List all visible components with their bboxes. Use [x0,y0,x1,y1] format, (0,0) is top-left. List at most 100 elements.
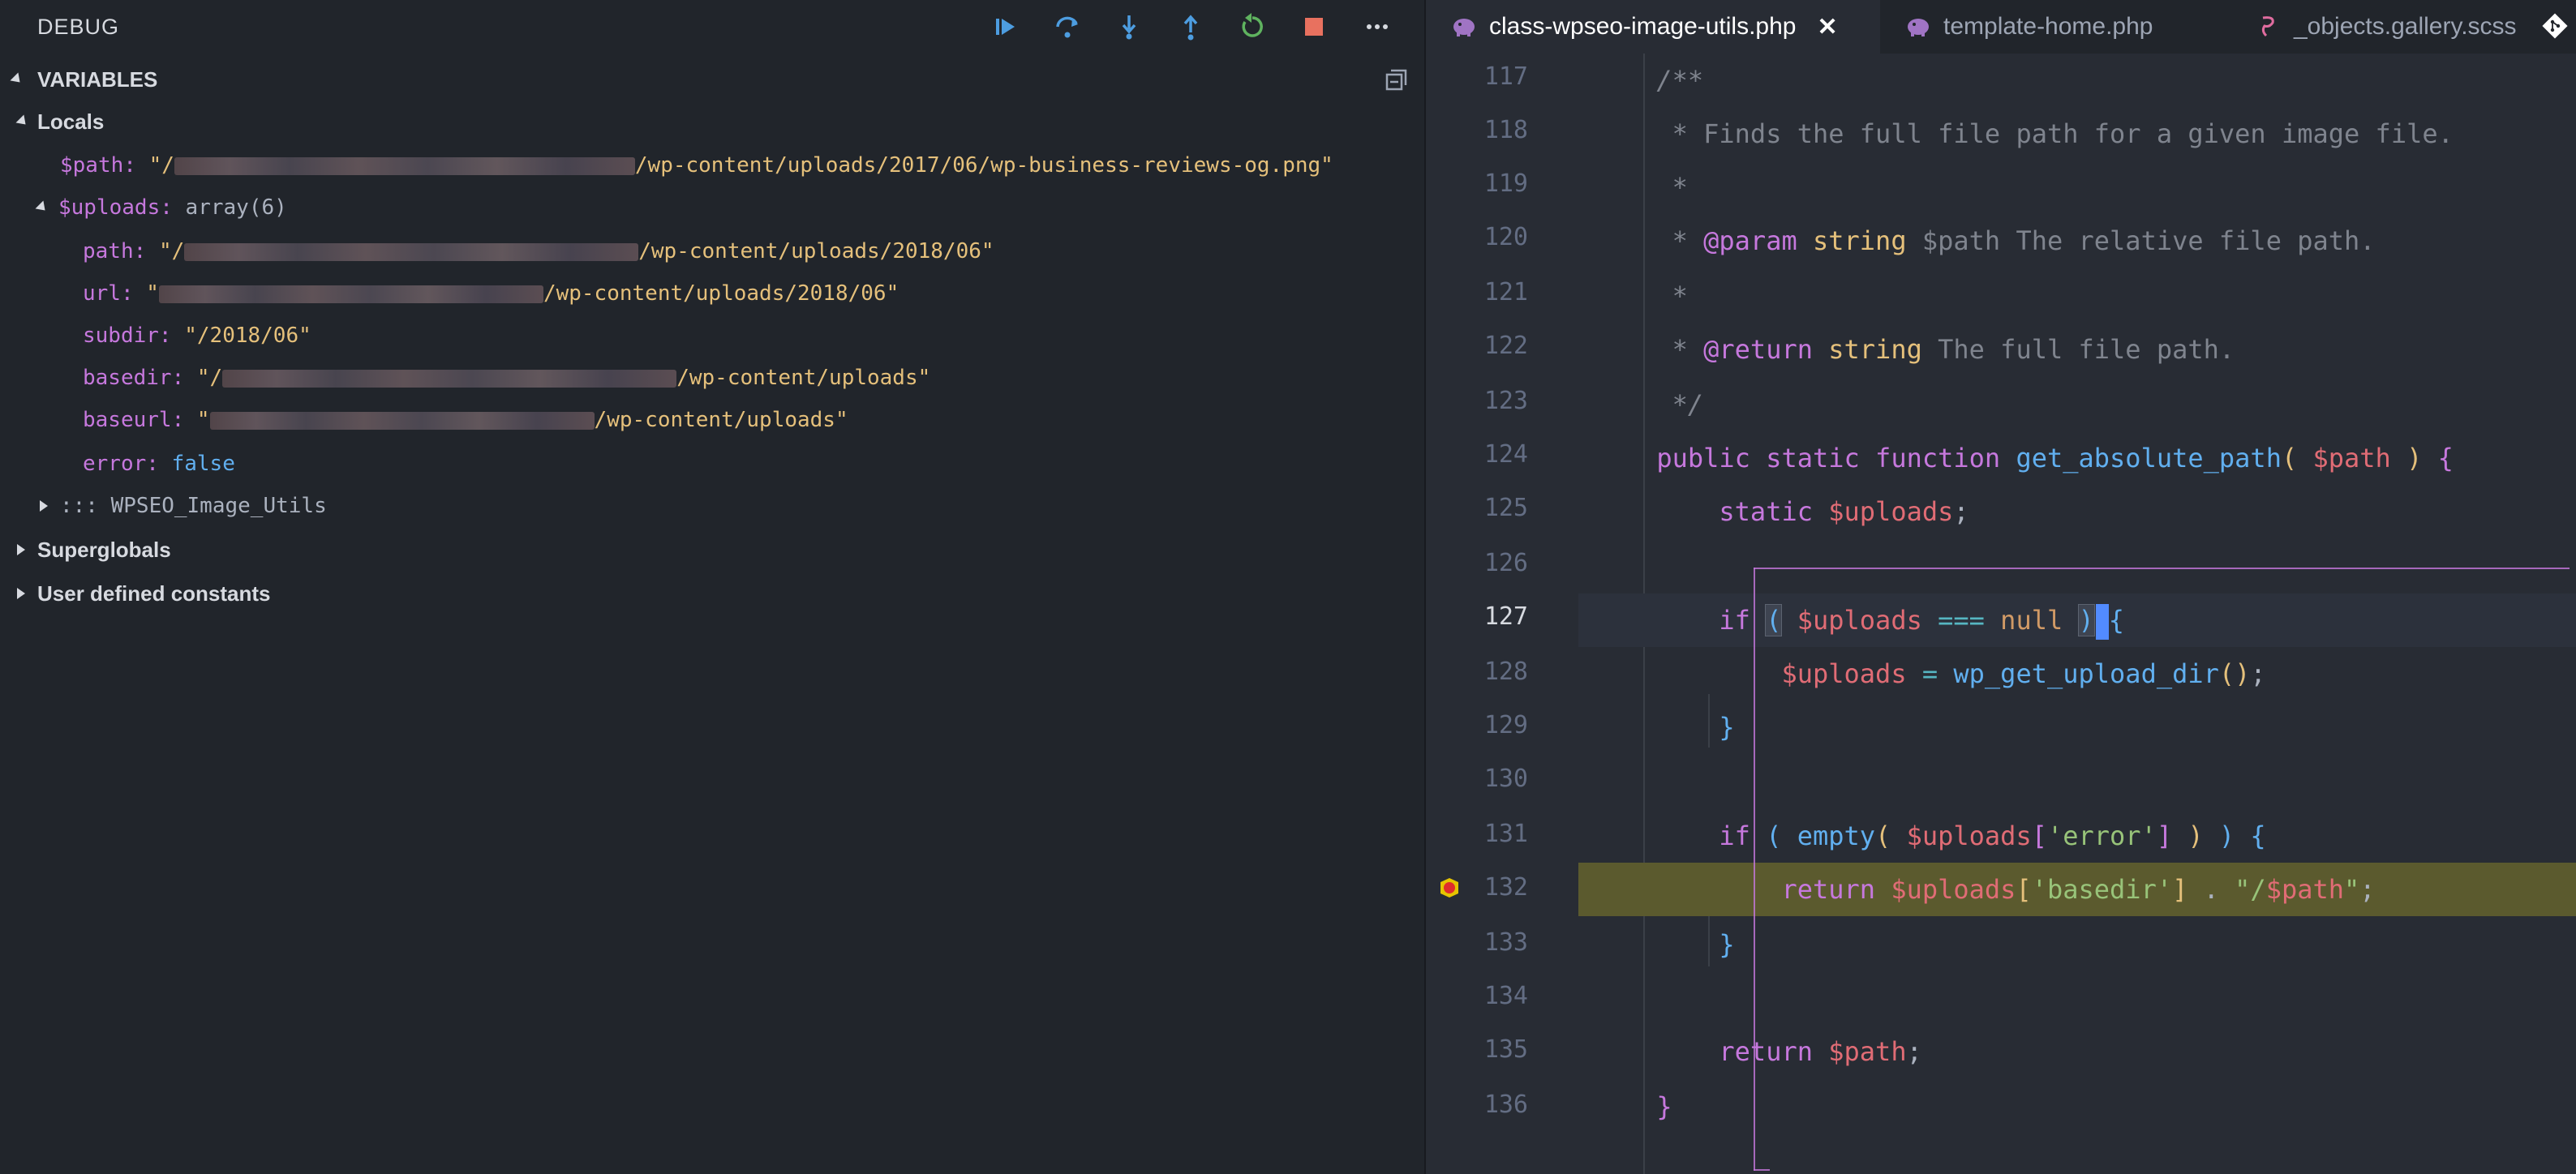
paren: ( [1765,604,1783,636]
debug-title: DEBUG [37,15,120,39]
variable: $path [2265,874,2345,905]
variable-uploads[interactable]: $uploads: array(6) [35,190,287,225]
paren: () [2218,658,2251,689]
bracket: ] [2172,874,2188,905]
keyword: static [1766,443,1860,473]
code-line: } [1578,1080,2576,1133]
tab-objects-gallery-scss[interactable]: _objects.gallery.scss [2256,0,2539,54]
variable-uploads-path[interactable]: path: "/ /wp-content/uploads/2018/06" [83,234,994,269]
step-into-button[interactable] [1111,10,1147,44]
line-number: 136 [1483,1090,1528,1119]
line-number: 118 [1483,116,1528,144]
paren: ( [2281,443,2298,473]
variable-value-prefix: "/ [158,239,185,264]
stop-button[interactable] [1296,10,1332,44]
restart-button[interactable] [1234,10,1270,44]
line-number: 131 [1483,820,1528,848]
line-number: 126 [1483,549,1528,577]
code-line: return $path; [1578,1025,2576,1078]
string: " [2344,874,2360,905]
variable-value: array(6) [185,195,287,220]
variable-uploads-basedir[interactable]: basedir: "/ /wp-content/uploads" [83,360,930,396]
variable-uploads-subdir[interactable]: subdir: "/2018/06" [83,318,311,353]
doc-comment: * [1672,281,1688,311]
variable: $uploads [1906,821,2032,851]
line-number-gutter[interactable]: 117 118 119 120 121 122 123 124 125 126 … [1426,54,1578,1174]
variables-section-header[interactable]: VARIABLES [0,60,1424,99]
variable-value: /wp-content/uploads/2018/06" [543,281,899,306]
keyword: public [1656,443,1750,473]
bracket: [ [2016,874,2032,905]
keyword: function [1875,443,2001,473]
line-number: 124 [1483,440,1528,469]
variable-uploads-baseurl[interactable]: baseurl: " /wp-content/uploads" [83,402,848,438]
tree-item-locals[interactable]: Locals [0,104,1424,139]
redacted-text [222,369,677,388]
variable-value-prefix: " [196,408,210,432]
redacted-text [174,156,635,175]
tree-item-user-defined-constants[interactable]: User defined constants [0,576,1424,611]
variable-value-prefix: "/ [148,153,174,178]
variable: $path [2312,443,2391,473]
brace: { [2437,443,2454,473]
doc-comment: Finds the full file path for a given ima… [1703,118,2454,149]
doc-var: $path [1921,225,2001,256]
debug-toolbar: DEBUG [0,0,1424,54]
sass-icon [2261,16,2274,37]
variable: $uploads [1828,496,1954,527]
debug-panel: DEBUG VARIABLES Locals $path: "/ /wp-con… [0,0,1426,1174]
function-name: get_absolute_path [2016,443,2282,473]
variable-key: baseurl: [83,408,185,432]
step-over-button[interactable] [1050,10,1085,44]
php-elephant-icon [1908,19,1929,36]
line-number: 121 [1483,278,1528,306]
continue-button[interactable] [988,10,1024,44]
tab-class-wpseo-image-utils[interactable]: class-wpseo-image-utils.php ✕ [1426,0,1880,54]
git-icon[interactable] [2540,11,2570,41]
scope-highlight [1754,1169,1770,1171]
literal: null [2000,605,2063,636]
breakpoint-icon[interactable] [1437,876,1462,900]
line-number-current: 127 [1483,602,1528,631]
code-line-stopped: return $uploads['basedir'] . "/$path"; [1578,863,2576,916]
code-area[interactable]: /** * Finds the full file path for a giv… [1578,54,2576,1174]
variable-class-wpseo-image-utils[interactable]: ::: WPSEO_Image_Utils [37,488,327,524]
punctuation: ; [1953,496,1969,527]
tree-item-superglobals[interactable]: Superglobals [0,532,1424,568]
step-into-icon [1122,15,1136,40]
code-line: * @return string The full file path. [1578,323,2576,376]
brace: } [1656,1091,1672,1122]
step-out-button[interactable] [1173,10,1209,44]
tab-label: class-wpseo-image-utils.php [1489,13,1797,40]
keyword: if [1719,605,1750,636]
close-icon[interactable]: ✕ [1818,13,1838,41]
variable-key: error: [83,452,159,476]
operator: = [1921,658,1938,689]
chevron-down-icon [10,72,24,88]
variable-path[interactable]: $path: "/ /wp-content/uploads/2017/06/wp-… [60,148,1333,183]
variable-uploads-url[interactable]: url: " /wp-content/uploads/2018/06" [83,276,899,311]
chevron-right-icon [15,532,28,568]
redacted-text [158,285,543,303]
line-number: 125 [1483,494,1528,522]
variables-title: VARIABLES [37,67,158,92]
collapse-all-icon[interactable] [1382,65,1411,94]
variable-uploads-error[interactable]: error: false [83,446,235,482]
more-actions-button[interactable] [1359,10,1395,44]
stop-icon [1305,18,1323,36]
code-line: } [1578,918,2576,971]
line-number: 122 [1483,332,1528,360]
chevron-down-icon [35,190,49,225]
redacted-text [209,411,595,430]
punctuation: ; [2359,874,2376,905]
doc-comment: */ [1672,389,1704,420]
code-line: * @param string $path The relative file … [1578,214,2576,268]
paren: ) [2077,604,2095,636]
line-number: 119 [1483,169,1528,198]
variable-value-prefix: "/ [196,366,223,390]
doc-comment: * [1672,172,1688,203]
code-line: /** [1578,54,2576,107]
tab-template-home[interactable]: template-home.php [1906,0,2230,54]
